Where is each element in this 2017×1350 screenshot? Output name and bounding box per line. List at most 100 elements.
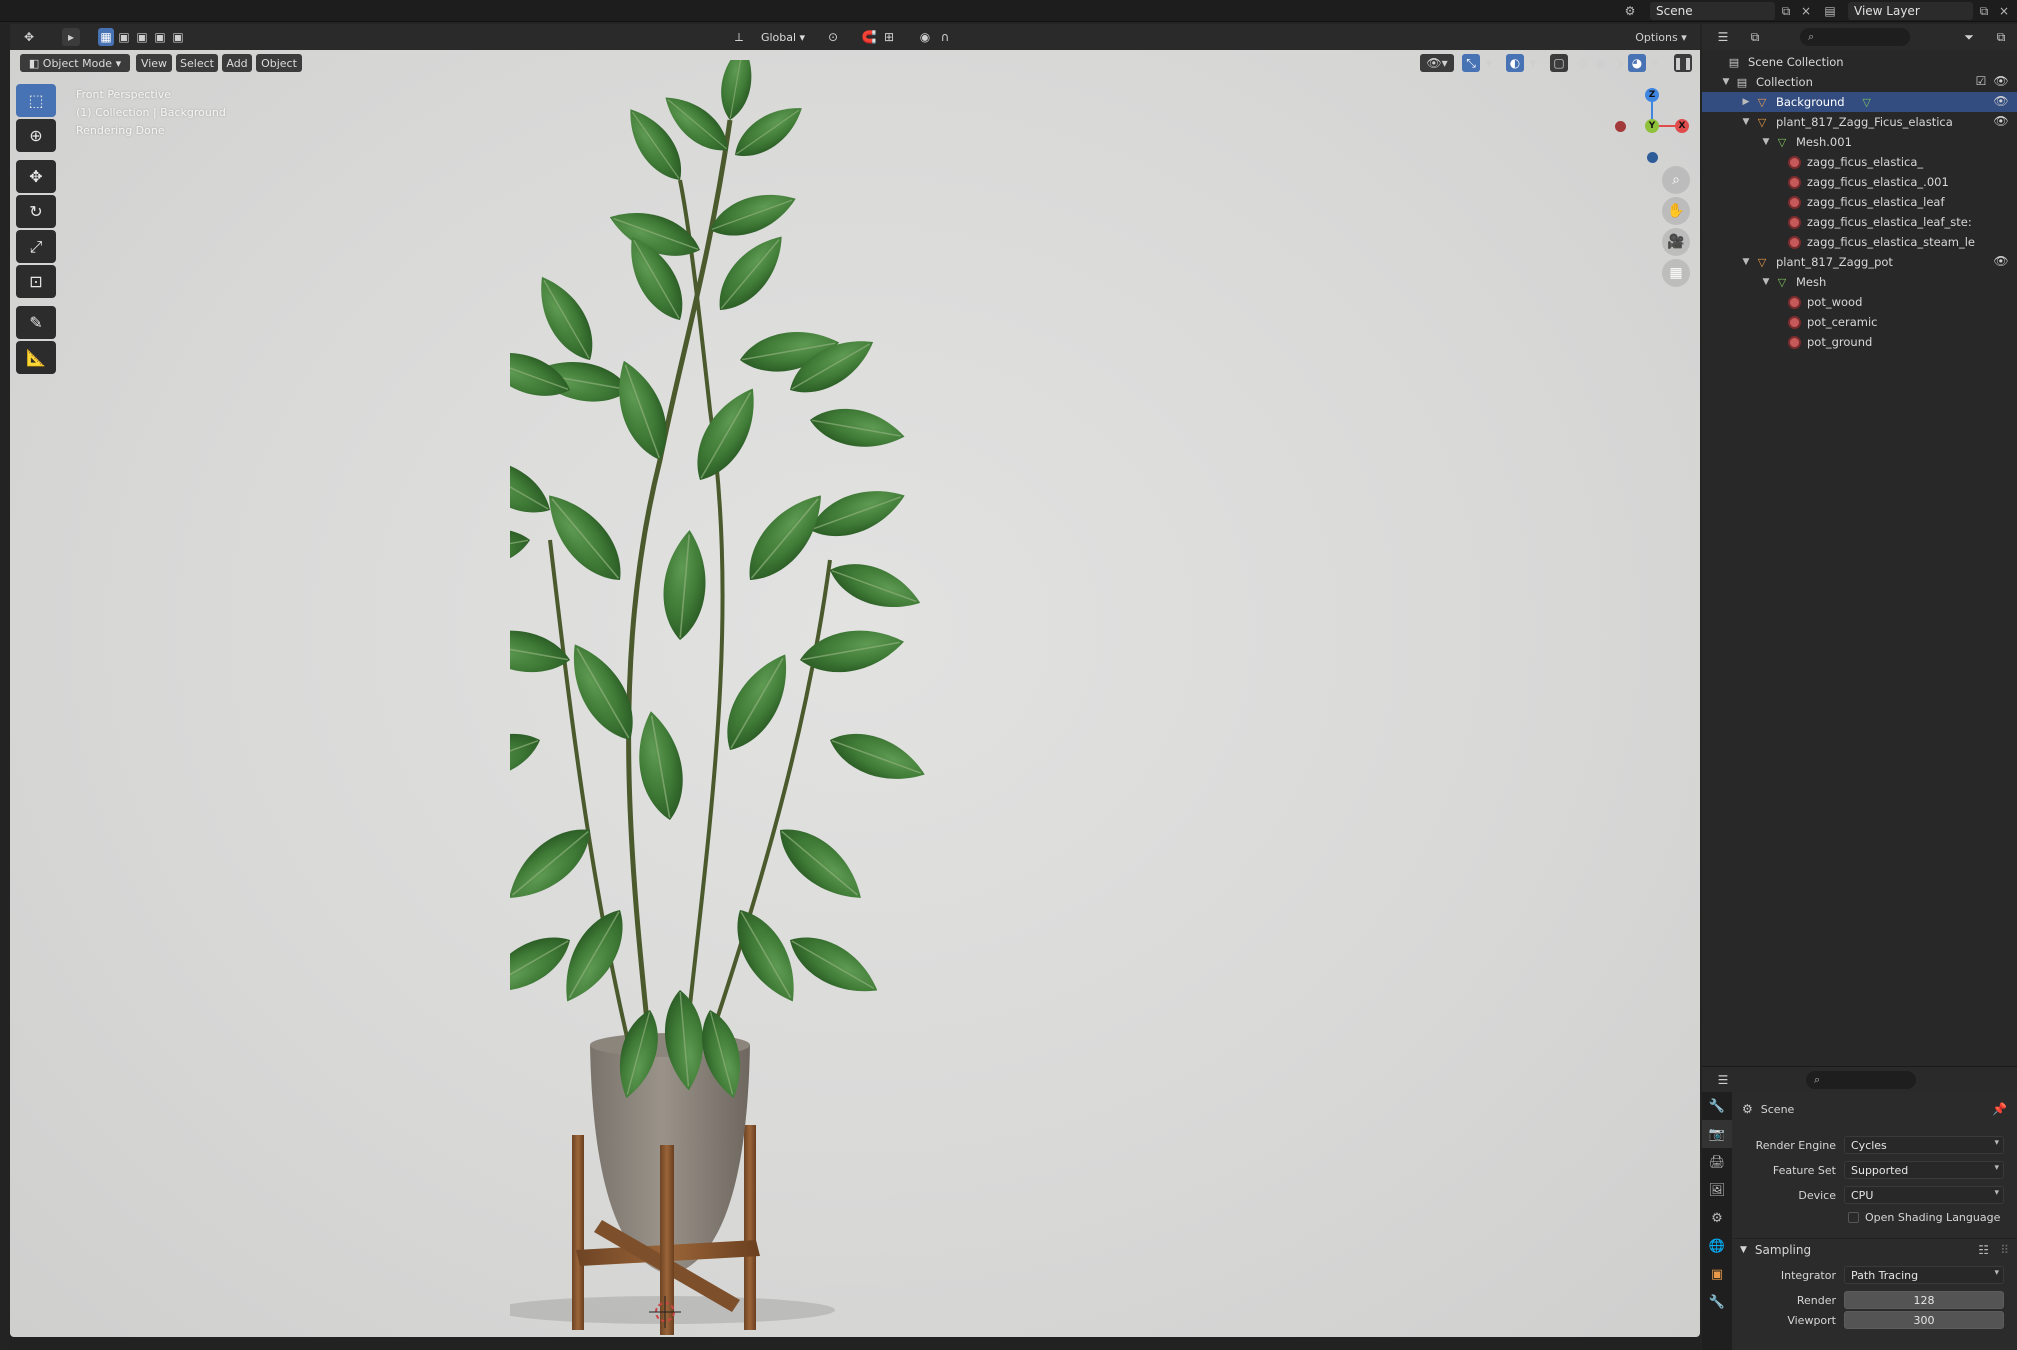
eye-icon[interactable]: 👁 — [1993, 74, 2009, 90]
expand-arrow-icon[interactable]: ▼ — [1760, 137, 1772, 147]
presets-list-icon[interactable]: ☷ — [1978, 1243, 1989, 1257]
xray-toggle-icon[interactable]: ▢ — [1550, 54, 1568, 72]
render-engine-dropdown[interactable]: Cycles ▾ — [1844, 1136, 2004, 1154]
render-tab-icon[interactable]: 📷 — [1702, 1120, 1732, 1148]
solid-shading-icon[interactable]: ● — [1592, 54, 1610, 72]
overlays-dropdown-icon[interactable]: ▾ — [1524, 54, 1542, 72]
material-shading-icon[interactable]: ◑ — [1610, 54, 1628, 72]
outliner-row-material[interactable]: zagg_ficus_elastica_steam_le — [1702, 232, 2017, 252]
expand-arrow-icon[interactable]: ▼ — [1720, 77, 1732, 87]
view-menu[interactable]: View — [136, 54, 172, 72]
pin-icon[interactable]: 📌 — [1992, 1102, 2007, 1116]
wireframe-shading-icon[interactable]: ◍ — [1574, 54, 1592, 72]
scene-tab-icon[interactable]: ⚙ — [1702, 1204, 1732, 1232]
outliner-row-material[interactable]: zagg_ficus_elastica_leaf — [1702, 192, 2017, 212]
feature-set-dropdown[interactable]: Supported ▾ — [1844, 1161, 2004, 1179]
outliner-row-mesh001[interactable]: ▼ ▽ Mesh.001 — [1702, 132, 2017, 152]
outliner-row-material[interactable]: zagg_ficus_elastica_leaf_ste: — [1702, 212, 2017, 232]
transform-orientation-dropdown[interactable]: Global ▾ — [748, 28, 818, 46]
scene-selector[interactable]: Scene — [1650, 2, 1775, 20]
outliner-row-background[interactable]: ▶ ▽ Background ▽ 👁 — [1702, 92, 2017, 112]
device-dropdown[interactable]: CPU ▾ — [1844, 1186, 2004, 1204]
delete-view-layer-icon[interactable]: × — [1996, 3, 2012, 19]
osl-checkbox[interactable] — [1848, 1211, 1859, 1223]
render-samples-field[interactable]: 128 — [1844, 1291, 2004, 1309]
cursor-tool-icon[interactable]: ⊕ — [16, 119, 56, 152]
pivot-point-icon[interactable]: ⊙ — [824, 28, 842, 46]
shading-dropdown-icon[interactable]: ▾ — [1646, 54, 1664, 72]
select-mode-subtract-icon[interactable]: ▣ — [134, 28, 150, 46]
outliner-search-input[interactable]: ⌕ — [1800, 28, 1910, 46]
proportional-edit-icon[interactable]: ◉ — [916, 28, 934, 46]
outliner-row-material[interactable]: pot_ceramic — [1702, 312, 2017, 332]
select-mode-intersect-icon[interactable]: ▣ — [170, 28, 186, 46]
outliner-row-material[interactable]: zagg_ficus_elastica_ — [1702, 152, 2017, 172]
view-layer-selector[interactable]: View Layer — [1848, 2, 1973, 20]
snap-icon[interactable]: 🧲 — [860, 28, 878, 46]
outliner-row-material[interactable]: zagg_ficus_elastica_.001 — [1702, 172, 2017, 192]
outliner-row-scene-collection[interactable]: ▤ Scene Collection — [1702, 52, 2017, 72]
navigation-gizmo[interactable]: Z Y X — [1607, 78, 1697, 178]
measure-tool-icon[interactable]: 📐 — [16, 341, 56, 374]
scene-icon[interactable]: ⚙ — [1622, 3, 1638, 19]
transform-tool-icon[interactable]: ⊡ — [16, 265, 56, 298]
annotate-tool-icon[interactable]: ✎ — [16, 306, 56, 339]
add-menu[interactable]: Add — [222, 54, 252, 72]
drag-handle-icon[interactable]: ⠿ — [2000, 1243, 2009, 1257]
overlays-toggle-icon[interactable]: ◐ — [1506, 54, 1524, 72]
new-scene-icon[interactable]: ⧉ — [1778, 3, 1794, 19]
expand-arrow-icon[interactable]: ▼ — [1760, 277, 1772, 287]
object-menu[interactable]: Object — [256, 54, 302, 72]
outliner-row-pot[interactable]: ▼ ▽ plant_817_Zagg_pot 👁 — [1702, 252, 2017, 272]
scale-tool-icon[interactable]: ⤢ — [16, 230, 56, 263]
rendered-shading-icon[interactable]: ◕ — [1628, 54, 1646, 72]
select-box-tool-icon[interactable]: ⬚ — [16, 84, 56, 117]
move-tool-icon[interactable]: ✥ — [16, 160, 56, 193]
integrator-dropdown[interactable]: Path Tracing ▾ — [1844, 1266, 2004, 1284]
expand-arrow-icon[interactable]: ▼ — [1740, 117, 1752, 127]
outliner-row-collection[interactable]: ▼ ▤ Collection ☑ 👁 — [1702, 72, 2017, 92]
eye-icon[interactable]: 👁 — [1993, 114, 2009, 130]
gizmo-neg-z-axis[interactable] — [1647, 152, 1658, 163]
object-tab-icon[interactable]: ▣ — [1702, 1260, 1732, 1288]
properties-editor-type-icon[interactable]: ☰ — [1714, 1071, 1732, 1089]
eye-icon[interactable]: 👁 — [1993, 254, 2009, 270]
eye-icon[interactable]: 👁 — [1993, 94, 2009, 110]
select-tool-icon[interactable]: ▸ — [62, 28, 80, 46]
zoom-icon[interactable]: ⌕ — [1662, 166, 1690, 194]
world-tab-icon[interactable]: 🌐 — [1702, 1232, 1732, 1260]
sampling-panel-header[interactable]: ▼ Sampling ☷ ⠿ — [1732, 1238, 2017, 1260]
gizmo-toggle-icon[interactable]: ⤡ — [1462, 54, 1480, 72]
delete-scene-icon[interactable]: × — [1798, 3, 1814, 19]
expand-arrow-icon[interactable]: ▼ — [1740, 257, 1752, 267]
snap-target-icon[interactable]: ⊞ — [880, 28, 898, 46]
select-mode-invert-icon[interactable]: ▣ — [152, 28, 168, 46]
modifier-tab-icon[interactable]: 🔧 — [1702, 1288, 1732, 1316]
view-layer-tab-icon[interactable]: 🖼 — [1702, 1176, 1732, 1204]
falloff-icon[interactable]: ∩ — [936, 28, 954, 46]
viewport-samples-field[interactable]: 300 — [1844, 1311, 2004, 1329]
output-tab-icon[interactable]: 🖨 — [1702, 1148, 1732, 1176]
outliner-row-ficus[interactable]: ▼ ▽ plant_817_Zagg_Ficus_elastica 👁 — [1702, 112, 2017, 132]
editor-type-icon[interactable]: ✥ — [20, 28, 38, 46]
camera-view-icon[interactable]: 🎥 — [1662, 228, 1690, 256]
options-dropdown[interactable]: Options ▾ — [1630, 28, 1692, 46]
select-mode-new-icon[interactable]: ▦ — [98, 28, 114, 46]
view-layer-icon[interactable]: ▤ — [1822, 3, 1838, 19]
pan-hand-icon[interactable]: ✋ — [1662, 197, 1690, 225]
outliner-row-mesh[interactable]: ▼ ▽ Mesh — [1702, 272, 2017, 292]
outliner-row-material[interactable]: pot_wood — [1702, 292, 2017, 312]
select-mode-extend-icon[interactable]: ▣ — [116, 28, 132, 46]
select-menu[interactable]: Select — [176, 54, 218, 72]
gizmo-y-axis[interactable]: Y — [1645, 119, 1659, 133]
outliner-row-material[interactable]: pot_ground — [1702, 332, 2017, 352]
gizmo-neg-x-axis[interactable] — [1615, 121, 1626, 132]
rotate-tool-icon[interactable]: ↻ — [16, 195, 56, 228]
gizmo-z-axis[interactable]: Z — [1645, 88, 1659, 102]
visibility-dropdown-icon[interactable]: 👁▾ — [1420, 54, 1454, 72]
outliner-editor-type-icon[interactable]: ☰ — [1714, 28, 1732, 46]
new-view-layer-icon[interactable]: ⧉ — [1976, 3, 1992, 19]
3d-viewport[interactable]: ◧ Object Mode ▾ View Select Add Object 👁… — [10, 50, 1700, 1337]
expand-arrow-icon[interactable]: ▶ — [1740, 97, 1752, 107]
gizmo-dropdown-icon[interactable]: ▾ — [1480, 54, 1498, 72]
